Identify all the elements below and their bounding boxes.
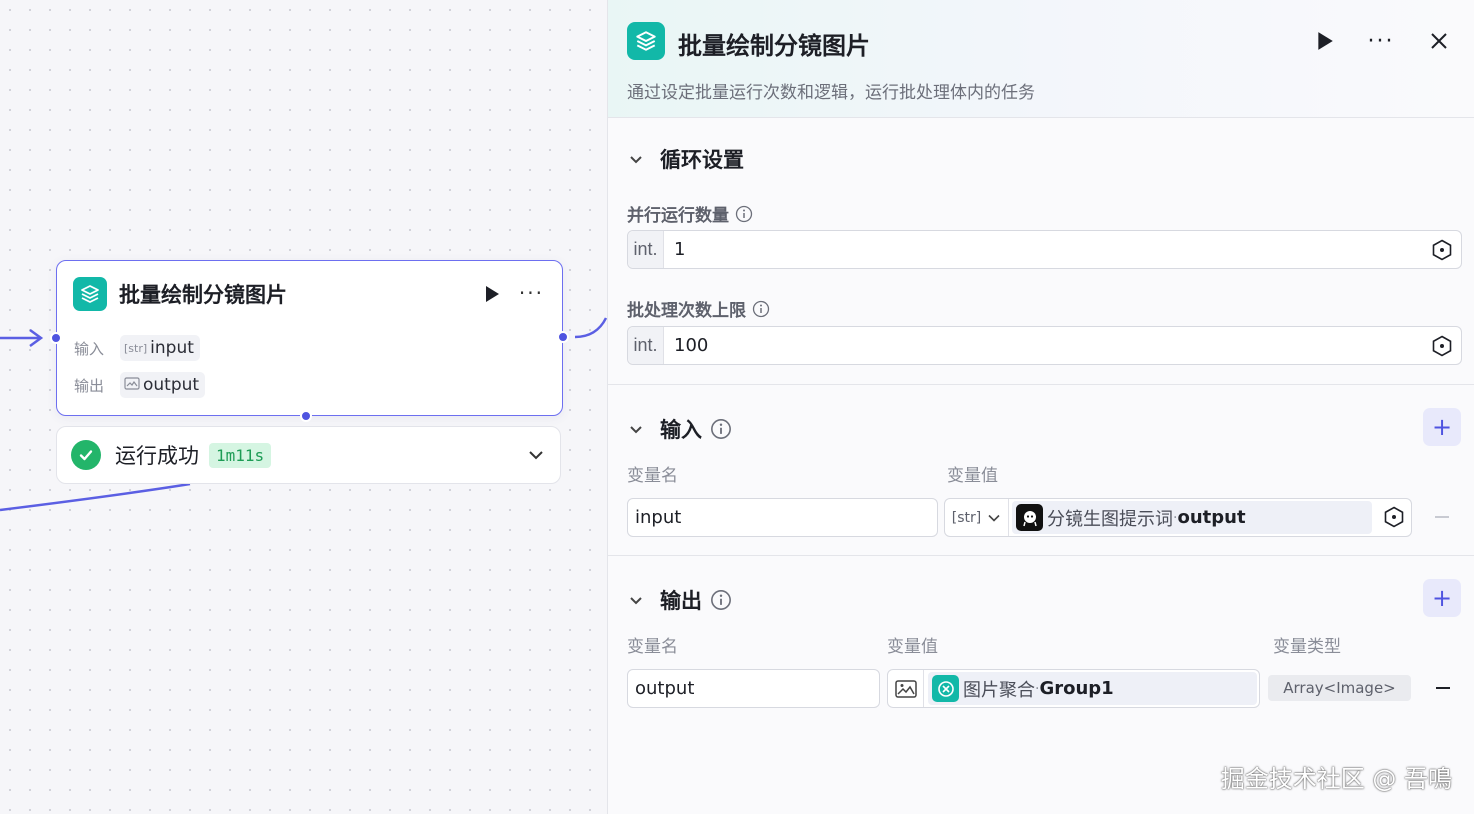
parallel-count-input[interactable]: int. 1 (627, 230, 1462, 269)
add-input-button[interactable]: + (1423, 408, 1461, 446)
section-divider (608, 555, 1474, 556)
info-icon[interactable] (752, 300, 770, 318)
output-col-name: 变量名 (627, 637, 678, 657)
output-col-value: 变量值 (887, 637, 938, 657)
chevron-down-icon[interactable] (627, 150, 645, 168)
success-check-icon (71, 440, 101, 470)
more-icon[interactable]: ··· (1368, 28, 1394, 54)
more-icon[interactable]: ··· (519, 281, 544, 305)
output-section-header[interactable]: 输出 (627, 585, 732, 615)
parallel-count-value: 1 (674, 239, 686, 260)
output-ref-source: 图片聚合 (963, 679, 1035, 701)
layers-icon (73, 277, 107, 311)
batch-body-port[interactable] (300, 410, 312, 422)
output-ref-chip[interactable]: 图片聚合 · Group1 (928, 672, 1257, 705)
batch-limit-input[interactable]: int. 100 (627, 326, 1462, 365)
close-icon[interactable] (1426, 28, 1452, 54)
input-ref-source: 分镜生图提示词 (1047, 508, 1173, 530)
batch-limit-value: 100 (674, 335, 709, 356)
panel-title: 批量绘制分镜图片 (678, 32, 870, 60)
node-title: 批量绘制分镜图片 (119, 283, 287, 307)
chevron-down-icon[interactable] (526, 445, 546, 465)
bot-avatar-icon (1016, 504, 1043, 531)
add-output-button[interactable]: + (1423, 579, 1461, 617)
node-input-value: input (150, 338, 194, 358)
batch-limit-label: 批处理次数上限 (627, 296, 770, 321)
remove-input-icon[interactable] (1435, 516, 1449, 518)
input-var-name-field[interactable]: input (627, 498, 938, 537)
input-col-value: 变量值 (947, 466, 998, 486)
output-section-title: 输出 (660, 589, 702, 613)
node-output-value: output (143, 375, 200, 395)
loop-settings-title: 循环设置 (660, 148, 744, 172)
input-var-value-field[interactable]: [str] 分镜生图提示词 · output (944, 498, 1412, 537)
output-port[interactable] (557, 331, 569, 343)
type-select[interactable]: [str] (945, 499, 1009, 536)
input-section-header[interactable]: 输入 (627, 414, 732, 444)
run-icon[interactable] (484, 285, 502, 305)
input-ref-chip[interactable]: 分镜生图提示词 · output (1012, 501, 1372, 534)
int-type-badge: int. (628, 327, 664, 364)
info-icon[interactable] (735, 205, 753, 223)
input-ref-field: output (1177, 507, 1246, 528)
parallel-count-text: 并行运行数量 (627, 206, 729, 226)
batch-limit-text: 批处理次数上限 (627, 301, 746, 321)
watermark: 掘金技术社区 @ 吾鳴 (1220, 765, 1452, 793)
duration-badge: 1m11s (209, 442, 272, 468)
str-type-icon: [str] (951, 509, 982, 526)
variable-ref-icon[interactable] (1431, 335, 1453, 357)
node-input-pill: [str] input (120, 335, 200, 361)
output-var-type: Array<Image> (1268, 675, 1411, 701)
run-status-card[interactable]: 运行成功 1m11s (56, 426, 561, 484)
info-icon[interactable] (710, 589, 732, 611)
variable-ref-icon[interactable] (1383, 506, 1405, 532)
int-type-badge: int. (628, 231, 664, 268)
chevron-down-icon[interactable] (627, 591, 645, 609)
parallel-count-label: 并行运行数量 (627, 201, 753, 226)
str-type-icon: [str] (124, 341, 148, 355)
info-icon[interactable] (710, 418, 732, 440)
output-var-name-field[interactable]: output (627, 669, 880, 708)
run-icon[interactable] (1312, 28, 1338, 54)
output-col-type: 变量类型 (1273, 637, 1341, 657)
node-output-pill: output (120, 372, 206, 398)
image-type-icon (124, 377, 140, 393)
section-divider (608, 384, 1474, 385)
chevron-down-icon[interactable] (627, 420, 645, 438)
layers-icon (627, 22, 665, 60)
variable-ref-icon[interactable] (1431, 239, 1453, 261)
loop-settings-header[interactable]: 循环设置 (627, 144, 744, 174)
input-port[interactable] (50, 332, 62, 344)
node-output-label: 输出 (74, 376, 105, 395)
remove-output-icon[interactable] (1436, 687, 1450, 689)
image-type-icon (888, 670, 924, 707)
batch-node-card[interactable]: 批量绘制分镜图片 ··· 输入 [str] input 输出 output (50, 260, 569, 422)
chevron-down-icon (988, 514, 1000, 522)
panel-header: 批量绘制分镜图片 ··· 通过设定批量运行次数和逻辑，运行批处理体内的任务 (608, 0, 1474, 118)
input-col-name: 变量名 (627, 466, 678, 486)
status-text: 运行成功 (115, 444, 199, 468)
node-input-label: 输入 (74, 339, 105, 358)
panel-description: 通过设定批量运行次数和逻辑，运行批处理体内的任务 (627, 83, 1035, 103)
group-icon (932, 675, 959, 702)
input-section-title: 输入 (660, 418, 702, 442)
output-ref-field: Group1 (1039, 678, 1114, 699)
output-var-value-field[interactable]: 图片聚合 · Group1 (887, 669, 1260, 708)
node-settings-panel: 批量绘制分镜图片 ··· 通过设定批量运行次数和逻辑，运行批处理体内的任务 循环… (607, 0, 1474, 814)
